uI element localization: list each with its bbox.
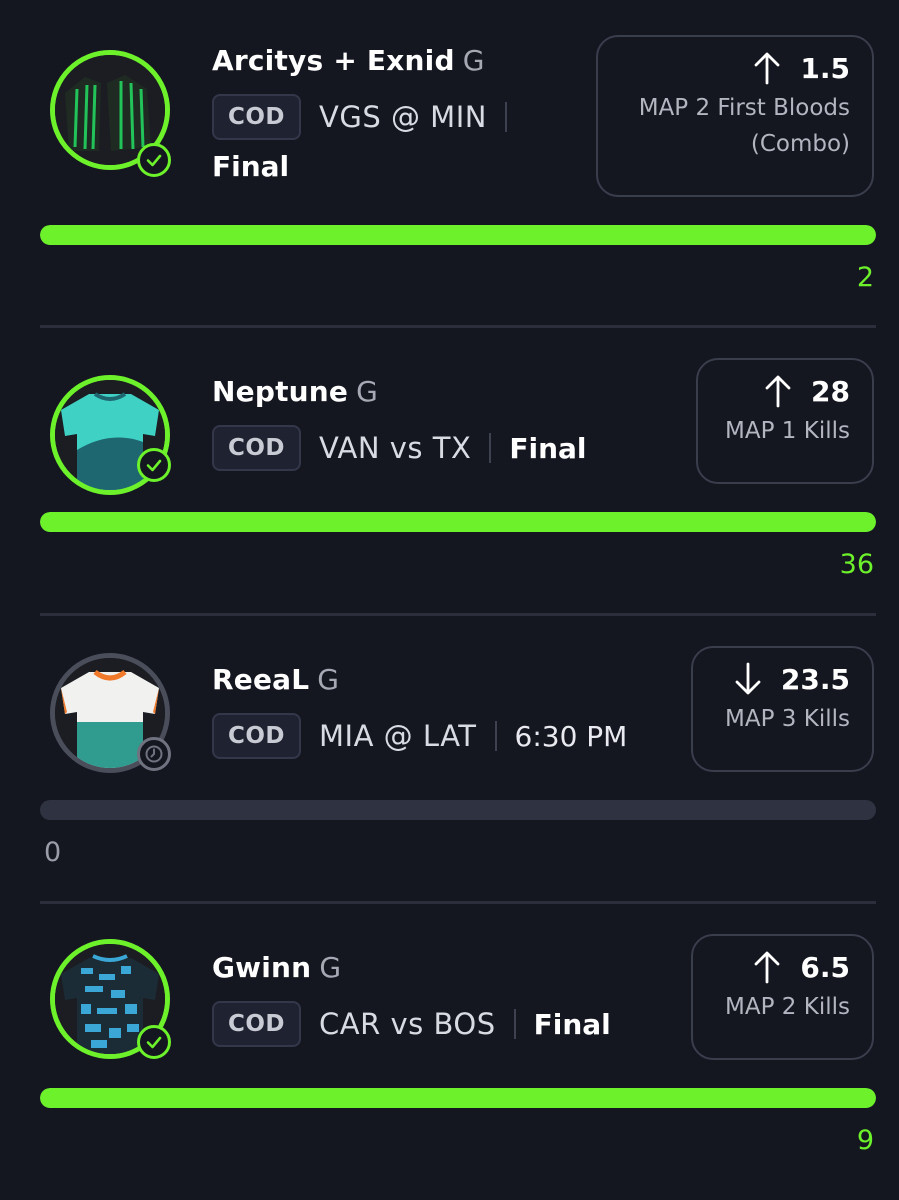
player-name: ReeaL G: [212, 663, 339, 696]
projection-box[interactable]: 28 MAP 1 Kills: [696, 358, 874, 484]
check-icon: [137, 448, 171, 482]
player-name: Neptune G: [212, 375, 378, 408]
game-info: COD VGS @ MIN: [212, 94, 525, 140]
line-value: 23.5: [780, 662, 850, 696]
pick-card[interactable]: Neptune G COD VAN vs TX Final 28 MAP 1 Ki…: [0, 330, 899, 610]
arrow-down-icon: [735, 662, 761, 695]
stat-type: MAP 2 Kills: [725, 994, 850, 1020]
league-badge: COD: [212, 94, 302, 140]
progress-bar: [40, 1088, 876, 1108]
divider: [40, 325, 876, 328]
game-time: 6:30 PM: [514, 719, 628, 753]
line-value: 1.5: [800, 51, 850, 85]
game-status: Final: [212, 150, 290, 183]
clock-icon: [137, 737, 171, 771]
matchup: VGS @ MIN: [319, 100, 487, 134]
divider: [489, 433, 492, 463]
player-name: Arcitys + Exnid G: [212, 44, 485, 77]
matchup: MIA @ LAT: [319, 719, 477, 753]
progress-bar: [40, 225, 876, 245]
matchup: CAR vs BOS: [319, 1007, 496, 1041]
progress-bar: [40, 800, 876, 820]
league-badge: COD: [212, 1001, 302, 1047]
progress-fill: [40, 225, 876, 245]
player-position: G: [317, 663, 340, 696]
stat-subtype: (Combo): [750, 131, 850, 157]
game-info: COD CAR vs BOS Final: [212, 1001, 611, 1047]
arrow-up-icon: [754, 951, 780, 984]
league-badge: COD: [212, 425, 302, 471]
divider: [504, 102, 507, 132]
game-status: Final: [509, 431, 587, 465]
actual-value: 2: [856, 262, 874, 293]
projection-box[interactable]: 6.5 MAP 2 Kills: [691, 934, 874, 1060]
player-name: Gwinn G: [212, 951, 341, 984]
divider: [40, 613, 876, 616]
pick-card[interactable]: Gwinn G COD CAR vs BOS Final 6.5 MAP 2 Ki…: [0, 906, 899, 1200]
actual-value: 0: [44, 837, 62, 868]
projection-box[interactable]: 23.5 MAP 3 Kills: [691, 646, 874, 772]
divider: [40, 901, 876, 904]
matchup: VAN vs TX: [319, 431, 472, 465]
stat-type: MAP 3 Kills: [725, 706, 850, 732]
player-name-text: ReeaL: [212, 663, 310, 696]
divider: [513, 1009, 516, 1039]
check-icon: [137, 143, 171, 177]
game-status: Final: [533, 1007, 611, 1041]
player-name-text: Gwinn: [212, 951, 312, 984]
arrow-up-icon: [754, 52, 780, 85]
player-name-text: Arcitys + Exnid: [212, 44, 455, 77]
league-badge: COD: [212, 713, 302, 759]
actual-value: 9: [856, 1125, 874, 1156]
stat-type: MAP 2 First Bloods: [638, 95, 850, 121]
game-info: COD MIA @ LAT 6:30 PM: [212, 713, 627, 759]
player-position: G: [462, 44, 485, 77]
line-value: 28: [811, 374, 850, 408]
check-icon: [137, 1025, 171, 1059]
progress-fill: [40, 1088, 876, 1108]
arrow-up-icon: [765, 375, 791, 408]
progress-fill: [40, 512, 876, 532]
divider: [494, 721, 497, 751]
game-info: COD VAN vs TX Final: [212, 425, 587, 471]
pick-card[interactable]: Arcitys + Exnid G COD VGS @ MIN Final 1.5…: [0, 0, 899, 320]
player-name-text: Neptune: [212, 375, 349, 408]
line-value: 6.5: [800, 950, 850, 984]
stat-type: MAP 1 Kills: [725, 418, 850, 444]
actual-value: 36: [839, 549, 874, 580]
progress-bar: [40, 512, 876, 532]
player-position: G: [356, 375, 379, 408]
projection-box[interactable]: 1.5 MAP 2 First Bloods (Combo): [596, 35, 874, 197]
pick-card[interactable]: ReeaL G COD MIA @ LAT 6:30 PM 23.5 MAP 3 …: [0, 618, 899, 898]
player-position: G: [319, 951, 342, 984]
